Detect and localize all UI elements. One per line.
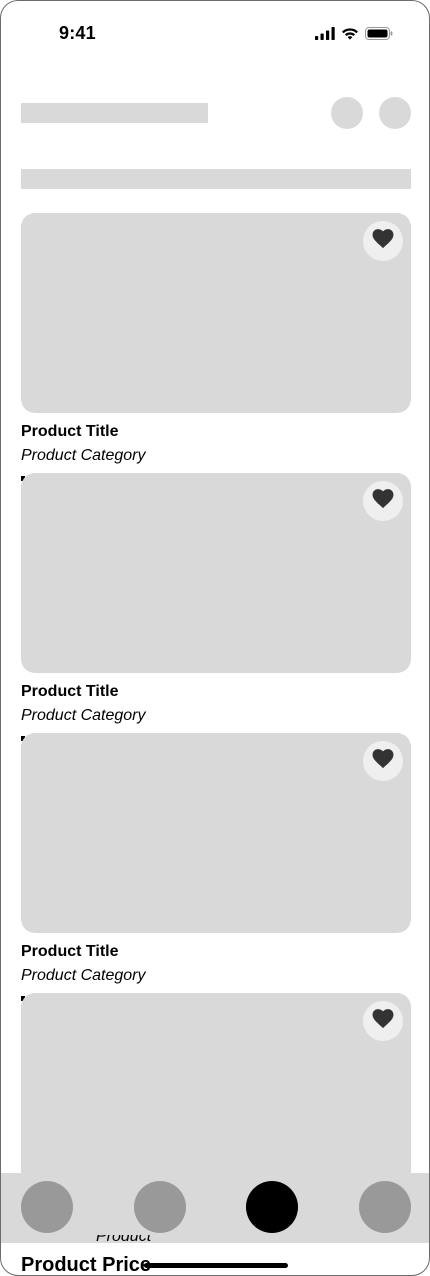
search-bar-placeholder[interactable] [21, 169, 411, 189]
status-time: 9:41 [59, 23, 96, 43]
product-image[interactable] [21, 733, 411, 933]
favorite-button[interactable] [363, 221, 403, 261]
favorite-button[interactable] [363, 1001, 403, 1041]
product-category: Product Category [21, 707, 146, 724]
product-category: Product Category [21, 967, 146, 984]
status-icons [315, 25, 393, 41]
product-image[interactable] [21, 213, 411, 413]
heart-icon [372, 1008, 394, 1034]
product-price: Product Price [21, 1254, 152, 1276]
product-title: Product Title [21, 423, 119, 440]
product-card[interactable]: Product Title Product Category [21, 733, 411, 1001]
heart-icon [372, 488, 394, 514]
wifi-icon [341, 27, 359, 40]
battery-icon [365, 26, 393, 40]
phone-screen: 9:41 Product Title Product Category Prod… [0, 0, 430, 1276]
favorite-button[interactable] [363, 741, 403, 781]
status-bar: 9:41 [1, 1, 429, 65]
nav-tab-3-active[interactable] [246, 1181, 298, 1233]
header-action-button[interactable] [331, 97, 363, 129]
cellular-signal-icon [315, 26, 335, 40]
nav-tab-2[interactable] [134, 1181, 186, 1233]
product-card[interactable]: Product Title Product Category [21, 213, 411, 481]
favorite-button[interactable] [363, 481, 403, 521]
product-image[interactable] [21, 993, 411, 1193]
product-title: Product Title [21, 683, 119, 700]
product-image[interactable] [21, 473, 411, 673]
product-card[interactable]: Product Title Product Category [21, 473, 411, 741]
product-title: Product Title [21, 943, 119, 960]
home-indicator[interactable] [144, 1263, 288, 1268]
header-action-button[interactable] [379, 97, 411, 129]
product-category: Product Category [21, 447, 146, 464]
heart-icon [372, 748, 394, 774]
nav-tab-4[interactable] [359, 1181, 411, 1233]
nav-tab-1[interactable] [21, 1181, 73, 1233]
header-title-placeholder [21, 103, 208, 123]
heart-icon [372, 228, 394, 254]
bottom-navigation-bar [1, 1173, 429, 1243]
